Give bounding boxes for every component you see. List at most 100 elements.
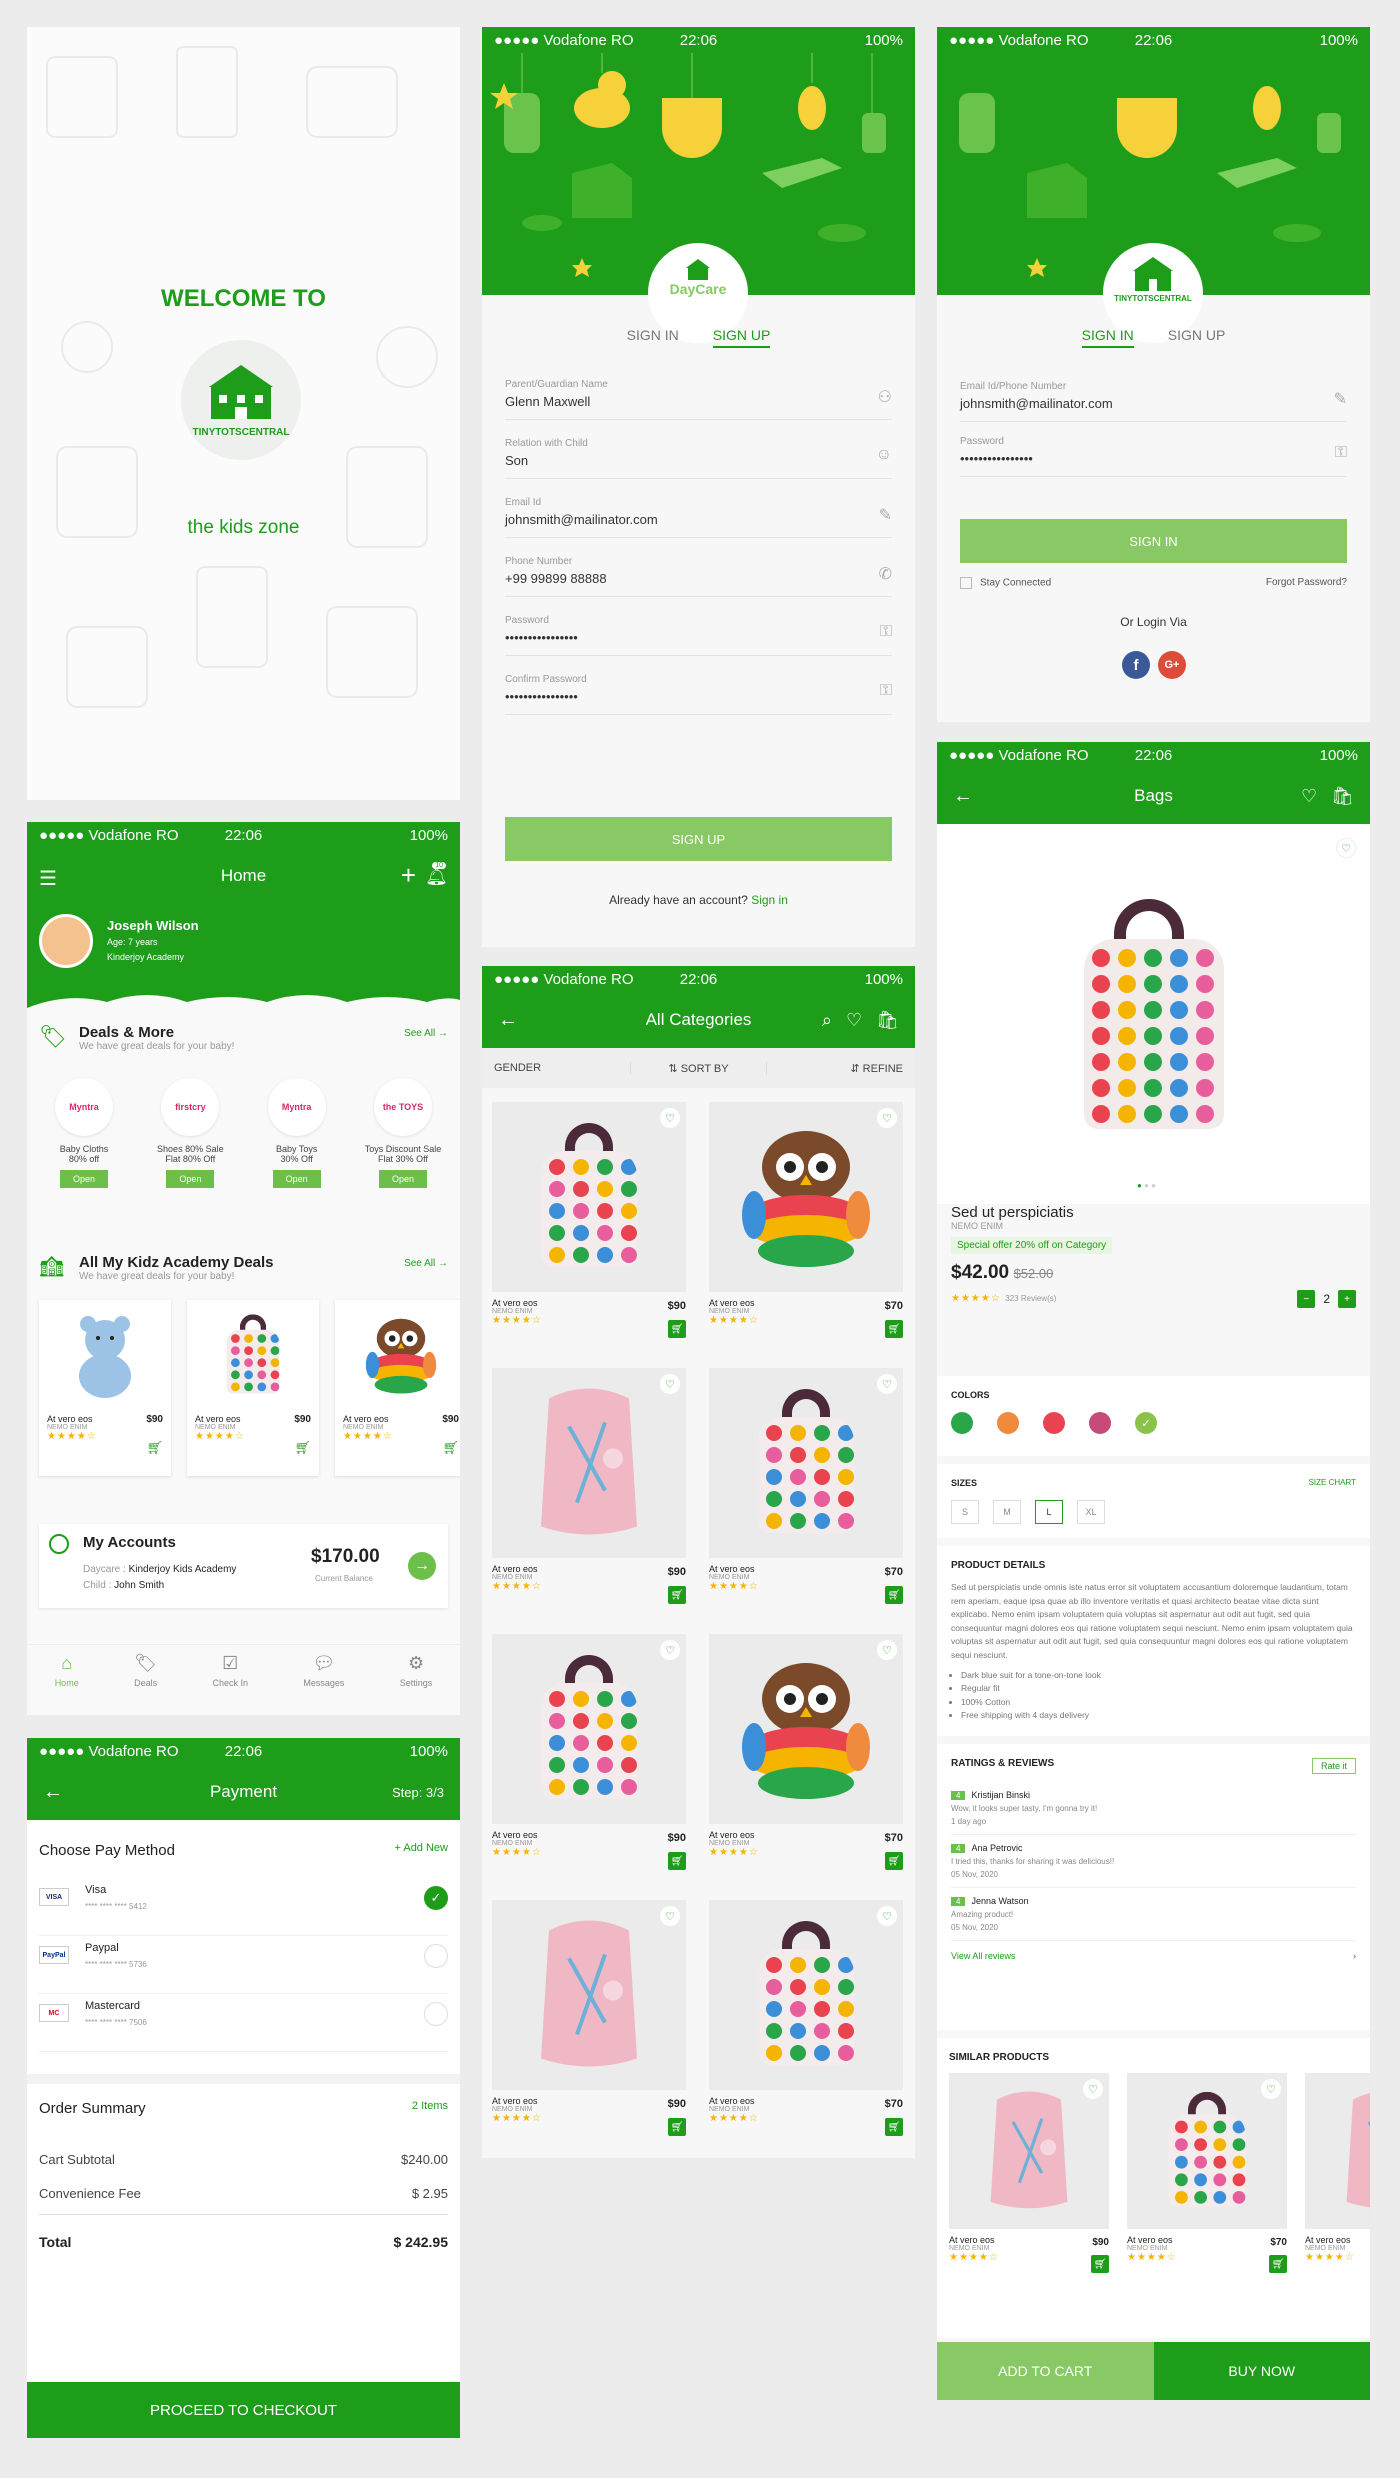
add-to-cart-icon[interactable]: 🛒︎: [1091, 2255, 1109, 2273]
wishlist-heart-icon[interactable]: ♡: [660, 1906, 680, 1926]
nav-item-home[interactable]: ⌂ Home: [55, 1645, 79, 1704]
sign-in-button[interactable]: SIGN IN: [960, 519, 1347, 563]
payment-method-row[interactable]: MC Mastercard **** **** **** 7506: [39, 1994, 448, 2052]
nav-item-messages[interactable]: 💬︎ Messages: [303, 1645, 344, 1704]
product-card[interactable]: ♡ At vero eos NEMO ENIM ★★★★☆ $70 🛒︎: [709, 1634, 903, 1870]
cart-icon[interactable]: 🛒︎: [442, 1440, 459, 1456]
cart-icon[interactable]: 🛍︎: [1331, 786, 1354, 807]
product-card[interactable]: ♡ At vero eos NEMO ENIM ★★★★☆ $90 🛒︎: [492, 1634, 686, 1870]
nav-item-check-in[interactable]: ☑ Check In: [212, 1645, 248, 1704]
facebook-icon[interactable]: f: [1122, 651, 1150, 679]
product-card[interactable]: At vero eos NEMO ENIM ★★★★☆ $90 🛒︎: [39, 1300, 171, 1476]
stay-connected-checkbox[interactable]: Stay Connected: [960, 577, 1051, 589]
check-selected-icon[interactable]: ✓: [424, 1886, 448, 1910]
forgot-password-link[interactable]: Forgot Password?: [1266, 577, 1347, 589]
size-option[interactable]: L: [1035, 1500, 1063, 1524]
sign-up-button[interactable]: SIGN UP: [505, 817, 892, 861]
open-deal-button[interactable]: Open: [60, 1170, 108, 1188]
add-to-cart-icon[interactable]: 🛒︎: [1269, 2255, 1287, 2273]
wishlist-heart-icon[interactable]: ♡: [660, 1640, 680, 1660]
size-option[interactable]: M: [993, 1500, 1021, 1524]
add-to-cart-icon[interactable]: 🛒︎: [668, 1586, 686, 1604]
signup-field[interactable]: Parent/Guardian Name Glenn Maxwell ⚇: [505, 371, 892, 420]
product-card[interactable]: ♡ At vero eos NEMO ENIM ★★★★☆ $90 🛒︎: [492, 1900, 686, 2136]
minus-button[interactable]: −: [1297, 1290, 1316, 1308]
similar-product-card[interactable]: ♡ At vero eosNEMO ENIM★★★★☆ 🛒︎: [1305, 2073, 1370, 2263]
wishlist-heart-icon[interactable]: ♡: [1336, 838, 1356, 858]
sign-in-link[interactable]: Sign in: [751, 893, 788, 907]
add-to-cart-icon[interactable]: 🛒︎: [885, 1586, 903, 1604]
product-card[interactable]: ♡ At vero eos NEMO ENIM ★★★★☆ $70 🛒︎: [709, 1368, 903, 1604]
size-option[interactable]: XL: [1077, 1500, 1105, 1524]
add-to-cart-icon[interactable]: 🛒︎: [668, 2118, 686, 2136]
signup-field[interactable]: Email Id johnsmith@mailinator.com ✎: [505, 489, 892, 538]
heart-icon[interactable]: ♡: [846, 1010, 862, 1031]
product-card[interactable]: At vero eos NEMO ENIM ★★★★☆ $90 🛒︎: [187, 1300, 319, 1476]
heart-icon[interactable]: ♡: [1301, 786, 1317, 807]
radio-unselected-icon[interactable]: [424, 1944, 448, 1968]
tab-sign-up[interactable]: SIGN UP: [712, 327, 771, 348]
nav-item-settings[interactable]: ⚙ Settings: [400, 1645, 433, 1704]
color-swatch[interactable]: [951, 1412, 973, 1434]
add-to-cart-icon[interactable]: 🛒︎: [668, 1320, 686, 1338]
wishlist-heart-icon[interactable]: ♡: [877, 1906, 897, 1926]
wishlist-heart-icon[interactable]: ♡: [1261, 2079, 1281, 2099]
color-swatch[interactable]: [1043, 1412, 1065, 1434]
color-swatch[interactable]: [997, 1412, 1019, 1434]
bell-icon[interactable]: 🔔︎: [425, 866, 448, 887]
add-to-cart-icon[interactable]: 🛒︎: [668, 1852, 686, 1870]
wishlist-heart-icon[interactable]: ♡: [877, 1108, 897, 1128]
wishlist-heart-icon[interactable]: ♡: [1083, 2079, 1103, 2099]
payment-method-row[interactable]: VISA Visa **** **** **** 5412 ✓: [39, 1878, 448, 1936]
proceed-checkout-button[interactable]: PROCEED TO CHECKOUT: [27, 2382, 460, 2438]
search-icon[interactable]: ⌕: [822, 1010, 832, 1031]
signup-field[interactable]: Relation with Child Son ☺: [505, 430, 892, 479]
add-to-cart-icon[interactable]: 🛒︎: [885, 1852, 903, 1870]
tab-sign-in[interactable]: SIGN IN: [627, 327, 679, 348]
plus-button[interactable]: +: [1338, 1290, 1356, 1308]
signup-field[interactable]: Confirm Password •••••••••••••••• ⚿: [505, 666, 892, 715]
signup-field[interactable]: Password •••••••••••••••• ⚿: [505, 607, 892, 656]
wishlist-heart-icon[interactable]: ♡: [660, 1108, 680, 1128]
arrow-right-button[interactable]: →: [408, 1552, 436, 1580]
password-field[interactable]: Password •••••••••••••••• ⚿: [960, 428, 1347, 477]
color-swatch[interactable]: ✓: [1135, 1412, 1157, 1434]
add-to-cart-icon[interactable]: 🛒︎: [885, 2118, 903, 2136]
refine-filter[interactable]: ⇵ REFINE: [767, 1062, 915, 1075]
color-swatch[interactable]: [1089, 1412, 1111, 1434]
deals-see-all[interactable]: See All →: [404, 1028, 448, 1039]
back-arrow-icon[interactable]: ←: [953, 785, 973, 808]
cart-icon[interactable]: 🛒︎: [146, 1440, 163, 1456]
size-chart-link[interactable]: SIZE CHART: [1309, 1478, 1356, 1488]
accounts-card[interactable]: My Accounts Daycare : Kinderjoy Kids Aca…: [39, 1524, 448, 1608]
open-deal-button[interactable]: Open: [378, 1170, 427, 1188]
rate-it-button[interactable]: Rate it: [1311, 1758, 1356, 1774]
product-card[interactable]: At vero eos NEMO ENIM ★★★★☆ $90 🛒︎: [335, 1300, 460, 1476]
wishlist-heart-icon[interactable]: ♡: [877, 1374, 897, 1394]
similar-product-card[interactable]: ♡ At vero eos NEMO ENIM ★★★★☆ $70 🛒︎: [1127, 2073, 1287, 2273]
wishlist-heart-icon[interactable]: ♡: [877, 1640, 897, 1660]
google-plus-icon[interactable]: G+: [1158, 651, 1186, 679]
product-card[interactable]: ♡ At vero eos NEMO ENIM ★★★★☆ $90 🛒︎: [492, 1368, 686, 1604]
gender-filter[interactable]: GENDER: [482, 1062, 631, 1074]
quantity-stepper[interactable]: −2 +: [1297, 1290, 1356, 1308]
add-to-cart-icon[interactable]: 🛒︎: [885, 1320, 903, 1338]
tab-sign-up[interactable]: SIGN UP: [1168, 327, 1226, 348]
size-option[interactable]: S: [951, 1500, 979, 1524]
add-icon[interactable]: +: [401, 860, 416, 891]
product-card[interactable]: ♡ At vero eos NEMO ENIM ★★★★☆ $70 🛒︎: [709, 1900, 903, 2136]
sort-by-filter[interactable]: ⇅ SORT BY: [631, 1061, 768, 1075]
back-arrow-icon[interactable]: ←: [43, 1781, 63, 1804]
radio-unselected-icon[interactable]: [424, 2002, 448, 2026]
open-deal-button[interactable]: Open: [272, 1170, 321, 1188]
email-field[interactable]: Email Id/Phone Number johnsmith@mailinato…: [960, 373, 1347, 422]
nav-item-deals[interactable]: 🏷︎ Deals: [134, 1645, 157, 1704]
product-card[interactable]: ♡ At vero eos NEMO ENIM ★★★★☆ $90 🛒︎: [492, 1102, 686, 1338]
add-new-link[interactable]: + Add New: [394, 1842, 448, 1859]
wishlist-heart-icon[interactable]: ♡: [660, 1374, 680, 1394]
payment-method-row[interactable]: PayPal Paypal **** **** **** 5736: [39, 1936, 448, 1994]
cart-icon[interactable]: 🛒︎: [294, 1440, 311, 1456]
signup-field[interactable]: Phone Number +99 99899 88888 ✆: [505, 548, 892, 597]
open-deal-button[interactable]: Open: [166, 1170, 215, 1188]
add-to-cart-button[interactable]: ADD TO CART: [937, 2342, 1154, 2400]
